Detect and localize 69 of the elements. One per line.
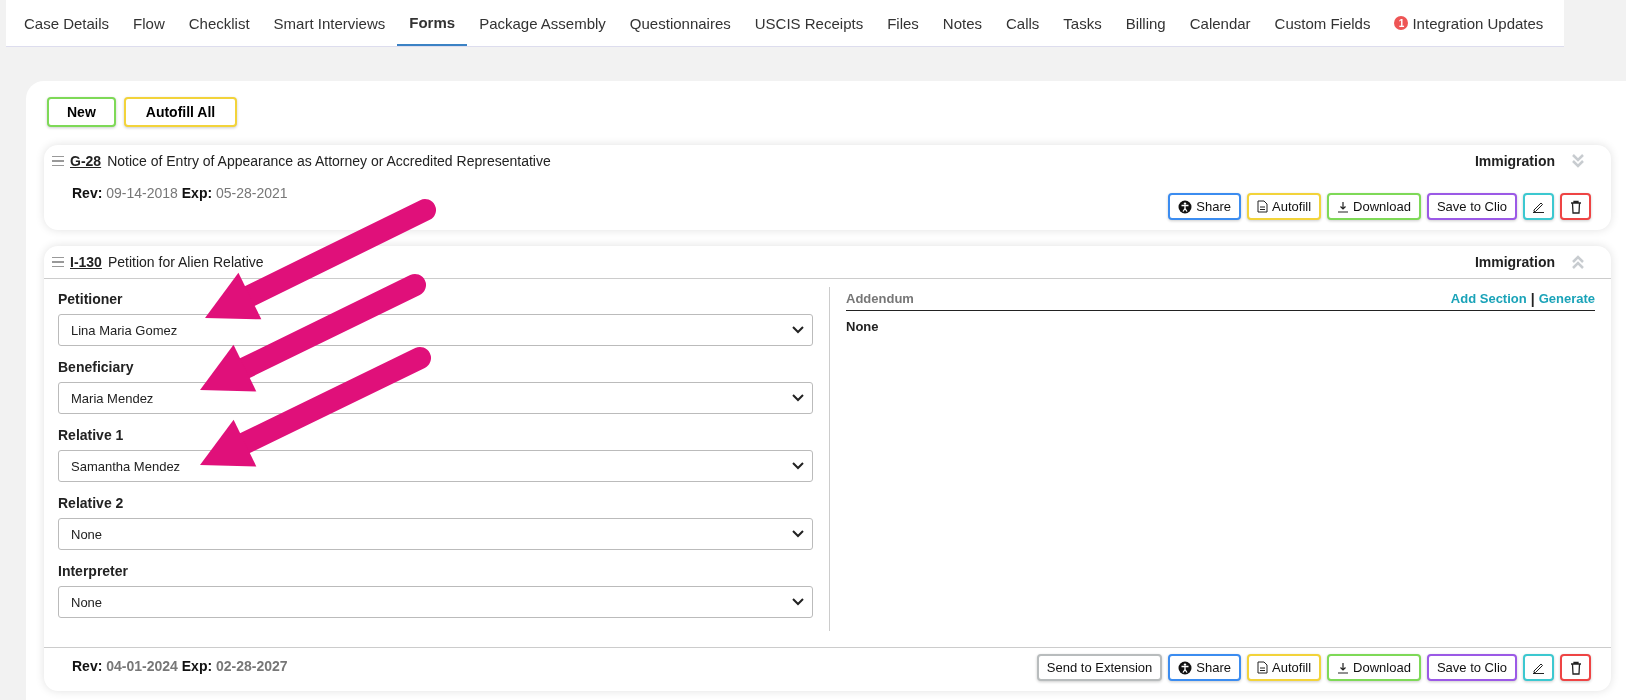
document-icon <box>1257 200 1269 213</box>
revision-dates: Rev: 04-01-2024 Exp: 02-28-2027 <box>72 657 288 674</box>
link-separator: | <box>1530 291 1535 307</box>
form-category: Immigration <box>1474 153 1555 169</box>
select-field[interactable]: None <box>58 518 813 550</box>
field-label: Petitioner <box>58 291 124 307</box>
dropdown-caret-icon <box>792 462 804 470</box>
tab[interactable]: USCIS Receipts <box>742 0 876 46</box>
drag-handle-icon[interactable] <box>52 256 64 268</box>
delete-button[interactable] <box>1560 193 1591 220</box>
form-code-link[interactable]: I-130 <box>70 254 102 270</box>
clio-button[interactable]: Save to Clio <box>1426 654 1517 681</box>
share-button[interactable]: Share <box>1168 193 1242 220</box>
extension-button[interactable]: Send to Extension <box>1036 654 1163 681</box>
accessibility-person-icon <box>1178 199 1193 214</box>
tab[interactable]: Billing <box>1113 0 1178 46</box>
tab[interactable]: 1 Integration Updates <box>1382 0 1556 46</box>
form-category: Immigration <box>1474 254 1555 270</box>
dropdown-caret-icon <box>792 394 804 402</box>
document-icon <box>1257 661 1269 674</box>
tab[interactable]: Smart Interviews <box>261 0 398 46</box>
download-button[interactable]: Download <box>1327 654 1421 681</box>
tab[interactable]: Checklist <box>176 0 262 46</box>
tab[interactable]: Questionnaires <box>617 0 743 46</box>
field-label: Relative 1 <box>58 427 125 443</box>
addendum-content: None <box>846 319 880 334</box>
edit-button[interactable] <box>1523 654 1554 681</box>
pencil-icon <box>1532 200 1545 213</box>
tab[interactable]: Files <box>875 0 931 46</box>
autofill-button[interactable]: Autofill <box>1247 193 1322 220</box>
select-field[interactable]: None <box>58 586 813 618</box>
notification-badge: 1 <box>1394 16 1409 30</box>
tab[interactable]: Tasks <box>1051 0 1114 46</box>
tab[interactable]: Calls <box>994 0 1052 46</box>
tab[interactable]: Forms <box>397 0 468 46</box>
form-title: Petition for Alien Relative <box>107 254 265 270</box>
select-field[interactable]: Maria Mendez <box>58 382 813 414</box>
pencil-icon <box>1532 661 1545 674</box>
tab[interactable]: Package Assembly <box>467 0 618 46</box>
tab[interactable]: Flow <box>121 0 177 46</box>
clio-button[interactable]: Save to Clio <box>1426 193 1517 220</box>
addendum-heading: Addendum <box>846 291 914 307</box>
download-icon <box>1337 200 1350 213</box>
field-label: Beneficiary <box>58 359 135 375</box>
drag-handle-icon[interactable] <box>52 155 64 167</box>
dropdown-caret-icon <box>792 326 804 334</box>
tab[interactable]: Custom Fields <box>1262 0 1383 46</box>
share-button[interactable]: Share <box>1168 654 1242 681</box>
tab[interactable]: Calendar <box>1177 0 1263 46</box>
new-button[interactable]: New <box>47 97 116 127</box>
dropdown-caret-icon <box>792 530 804 538</box>
download-button[interactable]: Download <box>1327 193 1421 220</box>
accessibility-person-icon <box>1178 660 1193 675</box>
tab[interactable]: Notes <box>930 0 994 46</box>
autofill-all-button[interactable]: Autofill All <box>123 97 238 127</box>
revision-dates: Rev: 09-14-2018 Exp: 05-28-2021 <box>72 184 288 201</box>
tab[interactable]: Case Details <box>12 0 122 46</box>
field-label: Relative 2 <box>58 495 125 511</box>
delete-button[interactable] <box>1560 654 1591 681</box>
form-title: Notice of Entry of Appearance as Attorney or Accredited Representative <box>107 153 552 169</box>
trash-icon <box>1569 199 1582 214</box>
select-field[interactable]: Samantha Mendez <box>58 450 813 482</box>
field-label: Interpreter <box>58 563 130 579</box>
dropdown-caret-icon <box>792 598 804 606</box>
form-code-link[interactable]: G-28 <box>70 153 102 169</box>
trash-icon <box>1569 660 1582 675</box>
download-icon <box>1337 661 1350 674</box>
autofill-button[interactable]: Autofill <box>1247 654 1322 681</box>
edit-button[interactable] <box>1523 193 1554 220</box>
